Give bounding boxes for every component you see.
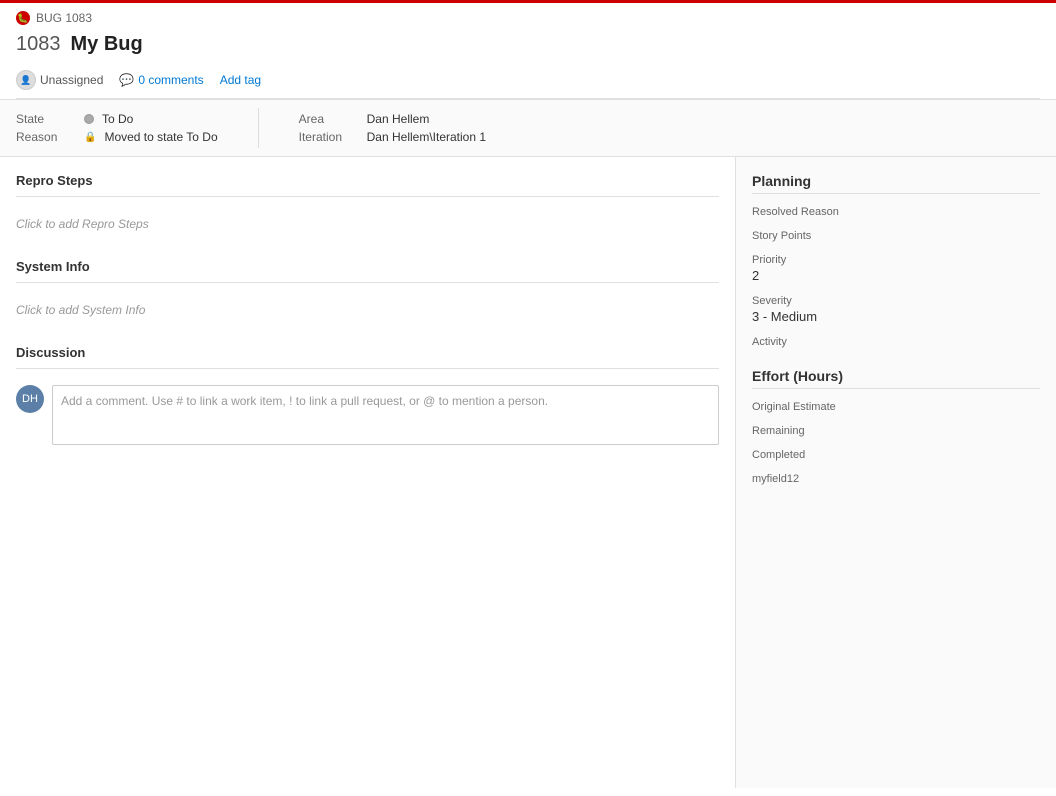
severity-field: Severity 3 - Medium [752,295,1040,324]
work-item-title[interactable]: My Bug [71,33,143,56]
fields-divider [258,108,259,148]
assignee-field[interactable]: 👤 Unassigned [16,70,103,90]
original-estimate-field: Original Estimate [752,401,1040,413]
comment-placeholder: Add a comment. Use # to link a work item… [61,394,548,408]
iteration-value[interactable]: Dan Hellem\Iteration 1 [367,130,486,144]
iteration-label: Iteration [299,130,359,144]
completed-field: Completed [752,449,1040,461]
current-user-avatar: DH [16,385,44,413]
activity-field: Activity [752,336,1040,348]
remaining-label: Remaining [752,425,1040,437]
avatar-initials: DH [22,393,38,405]
system-info-placeholder[interactable]: Click to add System Info [16,299,719,321]
remaining-field: Remaining [752,425,1040,437]
priority-field: Priority 2 [752,254,1040,283]
discussion-section: Discussion DH Add a comment. Use # to li… [16,345,719,445]
assignee-label: Unassigned [40,73,103,87]
myfield12-label: myfield12 [752,473,1040,485]
state-label: State [16,112,76,126]
assignee-avatar: 👤 [16,70,36,90]
story-points-field: Story Points [752,230,1040,242]
lock-icon: 🔒 [84,132,96,143]
comments-count: 0 comments [138,73,203,87]
state-dot [84,114,94,124]
state-field-group: State To Do Reason 🔒 Moved to state To D… [16,112,218,144]
comments-link[interactable]: 💬 0 comments [119,73,203,87]
right-panel: Planning Resolved Reason Story Points Pr… [736,157,1056,788]
system-info-section: System Info Click to add System Info [16,259,719,321]
original-estimate-label: Original Estimate [752,401,1040,413]
discussion-input-area: DH Add a comment. Use # to link a work i… [16,385,719,445]
resolved-reason-label: Resolved Reason [752,206,1040,218]
work-item-id: 1083 [16,33,61,56]
planning-section: Planning Resolved Reason Story Points Pr… [752,173,1040,348]
area-label: Area [299,112,359,126]
state-value[interactable]: To Do [102,112,133,126]
effort-section: Effort (Hours) Original Estimate Remaini… [752,368,1040,485]
area-field-group: Area Dan Hellem Iteration Dan Hellem\Ite… [299,112,486,144]
resolved-reason-field: Resolved Reason [752,206,1040,218]
comment-icon: 💬 [119,73,134,87]
completed-label: Completed [752,449,1040,461]
discussion-title: Discussion [16,345,719,360]
bug-icon: 🐛 [16,11,30,25]
effort-title: Effort (Hours) [752,368,1040,389]
activity-label: Activity [752,336,1040,348]
area-value[interactable]: Dan Hellem [367,112,430,126]
myfield12-field: myfield12 [752,473,1040,485]
left-panel: Repro Steps Click to add Repro Steps Sys… [0,157,736,788]
repro-steps-placeholder[interactable]: Click to add Repro Steps [16,213,719,235]
repro-steps-title: Repro Steps [16,173,719,188]
system-info-title: System Info [16,259,719,274]
planning-title: Planning [752,173,1040,194]
add-tag-button[interactable]: Add tag [220,73,261,87]
priority-label: Priority [752,254,1040,266]
comment-input[interactable]: Add a comment. Use # to link a work item… [52,385,719,445]
reason-label: Reason [16,130,76,144]
story-points-label: Story Points [752,230,1040,242]
reason-value: Moved to state To Do [104,130,217,144]
bug-label: BUG 1083 [36,11,92,25]
repro-steps-section: Repro Steps Click to add Repro Steps [16,173,719,235]
severity-value[interactable]: 3 - Medium [752,309,1040,324]
priority-value[interactable]: 2 [752,268,1040,283]
severity-label: Severity [752,295,1040,307]
